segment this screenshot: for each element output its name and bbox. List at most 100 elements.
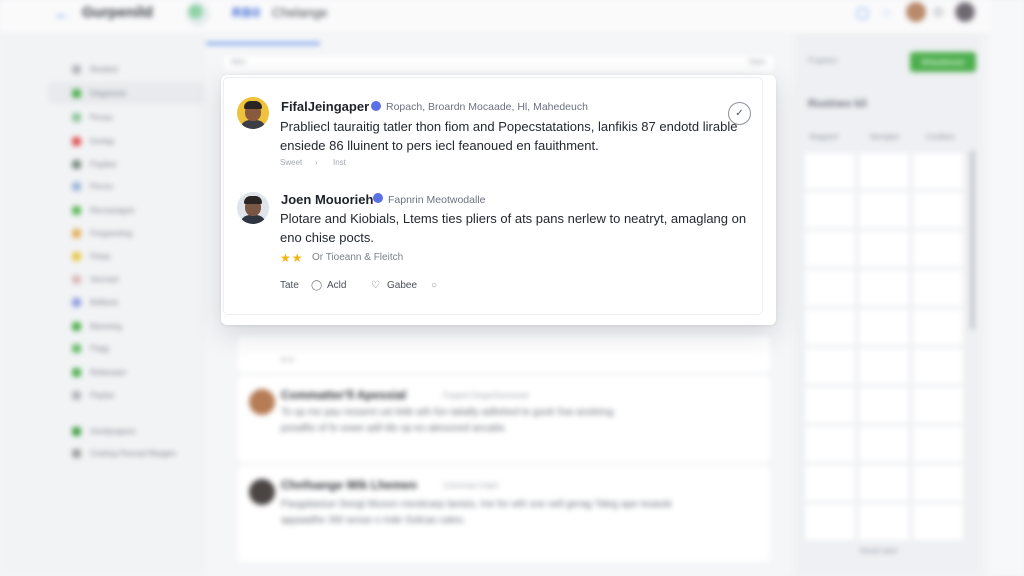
sidebar-item[interactable]: Pecau <box>48 106 204 128</box>
sidebar-item-label: Recsasagne <box>90 205 135 215</box>
sidebar-item[interactable]: Fleep <box>48 245 204 267</box>
sidebar-item[interactable]: Resttod <box>48 58 204 80</box>
sidebar-item[interactable]: Peplse <box>48 384 204 406</box>
comment-popup: FifalJeingaper Ropach, Broardn Mocaade, … <box>221 75 776 325</box>
filter-toolbar[interactable]: Sinn Ssee <box>222 54 776 74</box>
sidebar-item[interactable]: Popliee <box>48 153 204 175</box>
sidebar-item-label: Rebesaan <box>90 367 127 377</box>
rating-label: Or Tioeann & Fleitch <box>312 252 404 263</box>
avatar <box>249 389 275 415</box>
panel-grid-cell <box>912 464 964 502</box>
panel-grid-cell <box>858 308 910 346</box>
sidebar-item-icon <box>72 159 81 169</box>
panel-grid-cell <box>858 503 910 541</box>
panel-column-header: Bragssnf <box>810 134 838 141</box>
sidebar-item-icon <box>72 367 81 377</box>
comment-action[interactable]: Tate <box>280 280 299 291</box>
panel-grid-cell <box>804 308 856 346</box>
comment-author[interactable]: Joen Mouorieh <box>281 192 373 207</box>
sidebar-item-icon <box>72 205 81 215</box>
star-rating: ★★ <box>280 251 304 265</box>
comment-sub-label[interactable]: Sweet <box>280 158 302 167</box>
user-avatar[interactable] <box>906 2 926 22</box>
sidebar: Resttod Degsessa Pecau Kimlap Popliee Pecoo Re… <box>0 34 206 576</box>
panel-grid-cell <box>804 230 856 268</box>
panel-grid-cell <box>912 230 964 268</box>
sidebar-item-label: Pecau <box>90 112 113 122</box>
toolbar-right-label: Ssee <box>749 59 765 66</box>
panel-search-label[interactable]: Pugetes <box>808 56 837 65</box>
comment-tag: Fopperl Degerfoesseset <box>443 391 529 400</box>
sidebar-item[interactable]: Rebesaan <box>48 361 204 383</box>
window-edge <box>990 0 1024 576</box>
panel-column-header: Cusdises <box>926 134 955 141</box>
comment-body: Plotare and Kiobials, Ltems ties pliers … <box>280 211 747 245</box>
comment-card: Chnfsange Wik Lhemen Lhonmaa Ceprt Pasga… <box>236 464 772 564</box>
settings-icon[interactable]: ⚙ <box>932 4 945 21</box>
panel-grid-cell <box>858 269 910 307</box>
sidebar-item-label: Baresing <box>90 321 122 331</box>
sidebar-item-icon <box>72 228 81 238</box>
sidebar-item[interactable]: Degsessa <box>48 82 204 104</box>
comment-icon[interactable]: ◯ <box>311 280 322 291</box>
sidebar-item[interactable]: Pecoo <box>48 175 204 197</box>
more-icon[interactable]: ○ <box>431 280 437 291</box>
page-title: Chelange <box>272 5 328 20</box>
message-icon[interactable]: ▢ <box>856 4 869 21</box>
sidebar-item-label: Kimlap <box>90 136 115 146</box>
comment-meta: Fapnrin Meotwodalle <box>388 194 486 206</box>
sidebar-item[interactable]: Pegg <box>48 337 204 359</box>
sidebar-item[interactable]: Recsasagne <box>48 199 204 221</box>
heart-icon[interactable]: ♡ <box>371 280 380 291</box>
avatar[interactable] <box>237 192 269 224</box>
sidebar-item-icon <box>72 112 81 122</box>
panel-grid-cell <box>912 191 964 229</box>
sidebar-item[interactable]: Cesting Pesnad Bepgen <box>48 442 204 464</box>
panel-grid-cell <box>804 503 856 541</box>
panel-grid-cell <box>804 386 856 424</box>
sidebar-item[interactable]: Fergsenting <box>48 222 204 244</box>
comment-author[interactable]: FifalJeingaper <box>281 99 369 114</box>
comment-meta: Ropach, Broardn Mocaade, Hl, Mahedeuch <box>386 101 588 113</box>
profile-avatar[interactable] <box>954 1 976 23</box>
card-action[interactable]: ● ● · <box>281 355 298 364</box>
panel-primary-button[interactable]: Bhbeblesed <box>910 52 976 72</box>
sidebar-item-label: Fergsenting <box>90 228 133 238</box>
sidebar-item-icon <box>72 297 81 307</box>
panel-grid-cell <box>858 152 910 190</box>
sidebar-item[interactable]: Baflarat <box>48 291 204 313</box>
bell-icon[interactable]: ◌ <box>882 4 890 20</box>
panel-grid-cell <box>912 152 964 190</box>
app-window: ← Gurpenild RB0 Chelange ▢ ◌ ⚙ Resttod De… <box>0 0 1024 576</box>
panel-grid-cell <box>912 425 964 463</box>
comment-sub-label[interactable]: Inst <box>333 158 346 167</box>
sidebar-item-icon <box>72 88 81 98</box>
panel-grid-cell <box>912 386 964 424</box>
sidebar-item[interactable]: Kimlap <box>48 130 204 152</box>
sidebar-item-icon <box>72 136 81 146</box>
comment-author: Chnfsange Wik Lhemen <box>281 478 417 492</box>
panel-grid-cell <box>858 230 910 268</box>
sidebar-item[interactable]: Genfpsapeni <box>48 420 204 442</box>
comment-action[interactable]: Acld <box>327 280 346 291</box>
comment-action[interactable]: Gabee <box>387 280 417 291</box>
panel-grid-cell <box>804 464 856 502</box>
panel-grid-cell <box>804 191 856 229</box>
avatar[interactable] <box>237 97 269 129</box>
scrollbar[interactable] <box>970 150 975 330</box>
sidebar-item[interactable]: Baresing <box>48 315 204 337</box>
sidebar-item-icon <box>72 181 81 191</box>
panel-grid-cell <box>804 269 856 307</box>
page-badge: RB0 <box>232 5 262 20</box>
sidebar-item[interactable]: Vennasl <box>48 268 204 290</box>
sidebar-item-label: Baflarat <box>90 297 118 307</box>
comment-text-line: Pasgatasiue Seegt Muoon mesticarp lanisi… <box>281 499 673 510</box>
panel-grid-cell <box>804 425 856 463</box>
right-panel: Pugetes Bhbeblesed Rustnes kil Bragssnf … <box>796 34 980 576</box>
sidebar-item-label: Pecoo <box>90 181 113 191</box>
panel-grid-cell <box>912 308 964 346</box>
logo-icon <box>186 2 210 26</box>
sidebar-item-label: Peplse <box>90 390 115 400</box>
panel-footer-link[interactable]: Reaub abes <box>860 548 898 555</box>
arrow-left-icon[interactable]: ← <box>54 4 71 24</box>
